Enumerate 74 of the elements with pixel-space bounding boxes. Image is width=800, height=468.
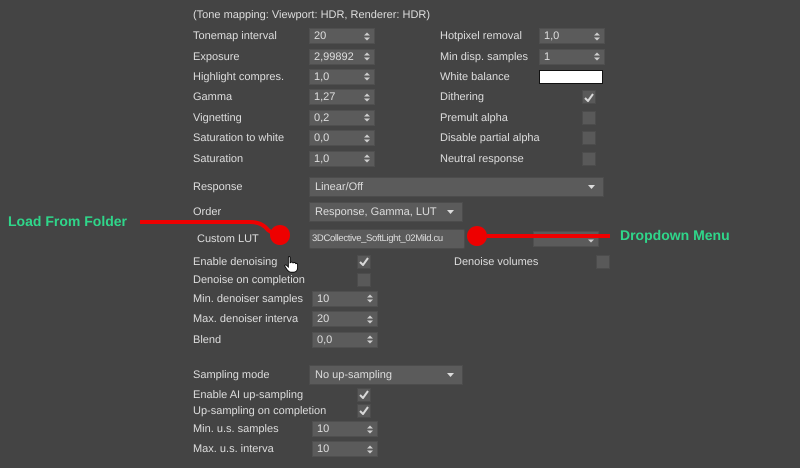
caret-icon[interactable] [588, 185, 595, 190]
checkbox[interactable] [357, 404, 371, 418]
field-label: Response [193, 181, 244, 194]
field-label: Enable AI up-sampling [193, 388, 304, 401]
spin-field[interactable]: 10 [312, 290, 378, 307]
spin-field[interactable]: 10 [312, 421, 378, 438]
spin-field[interactable]: 10 [312, 441, 378, 458]
field-label: Max. u.s. interva [193, 443, 275, 456]
field-label: Neutral response [440, 152, 525, 165]
field-label: Saturation to white [193, 132, 286, 144]
color-swatch[interactable] [539, 70, 603, 84]
spinner-arrows-icon[interactable] [367, 335, 373, 344]
checkmark-icon [584, 92, 594, 102]
dropdown[interactable]: Response, Gamma, LUT [309, 202, 463, 222]
field-label: Vignetting [193, 112, 243, 124]
spinner-arrows-icon[interactable] [364, 92, 370, 102]
field-label: White balance [440, 70, 511, 83]
field-label: Min. u.s. samples [193, 423, 280, 436]
spinner-arrows-icon[interactable] [367, 294, 373, 304]
spinner-arrows-icon[interactable] [364, 134, 370, 143]
spinner-arrows-icon[interactable] [364, 154, 370, 164]
dropdown[interactable]: Linear/Off [309, 177, 604, 198]
field-label: Exposure [193, 50, 240, 63]
section-note: (Tone mapping: Viewport: HDR, Renderer: HDR) [193, 8, 431, 23]
spinner-arrows-icon[interactable] [364, 72, 370, 82]
field-label: Saturation [193, 152, 244, 165]
field-label: Min. denoiser samples [193, 292, 304, 305]
spinner-arrows-icon[interactable] [364, 32, 370, 41]
spinner-arrows-icon[interactable] [367, 424, 373, 434]
checkbox[interactable] [357, 388, 371, 402]
file-field[interactable]: 3DCollective_SoftLight_02Mild.cu [309, 228, 465, 249]
field-label: Max. denoiser interva [193, 313, 300, 326]
annotation-label: Dropdown Menu [620, 227, 730, 243]
field-label: Order [193, 206, 222, 218]
spinner-arrows-icon[interactable] [594, 32, 600, 41]
caret-icon[interactable] [447, 372, 454, 377]
field-label: Dithering [440, 91, 486, 104]
field-label: Enable denoising [193, 256, 278, 268]
field-label: Gamma [193, 91, 234, 104]
spin-field[interactable]: 0,0 [309, 130, 375, 146]
field-label: Min disp. samples [440, 50, 530, 63]
hand-cursor-icon [284, 256, 298, 273]
checkbox[interactable] [582, 90, 596, 104]
spinner-arrows-icon[interactable] [594, 52, 600, 62]
spinner-arrows-icon[interactable] [367, 444, 373, 454]
spin-field[interactable]: 20 [309, 28, 375, 44]
spin-field[interactable]: 20 [312, 311, 378, 328]
caret-icon[interactable] [447, 210, 454, 214]
field-label: Up-sampling on completion [193, 404, 326, 417]
spinner-arrows-icon[interactable] [364, 113, 370, 122]
spin-field[interactable]: 1,27 [309, 89, 375, 106]
spinner-arrows-icon[interactable] [364, 52, 370, 62]
field-label: Hotpixel removal [440, 30, 523, 42]
field-label: Custom LUT [196, 232, 260, 245]
field-label: Denoise on completion [193, 274, 305, 286]
spin-field[interactable]: 1,0 [309, 150, 375, 167]
field-label: Denoise volumes [454, 256, 540, 268]
field-label: Highlight compres. [193, 70, 286, 83]
field-label: Tonemap interval [193, 30, 278, 42]
field-label: Premult alpha [440, 112, 509, 124]
annotation-label: Load From Folder [8, 213, 127, 229]
spin-field[interactable]: 0,2 [309, 110, 375, 126]
spin-field[interactable]: 1,0 [309, 68, 375, 85]
checkmark-icon [359, 257, 369, 266]
field-label: Blend [193, 334, 222, 346]
field-label: Sampling mode [193, 368, 270, 381]
spin-field[interactable]: 2,99892 [309, 48, 375, 65]
spinner-arrows-icon[interactable] [367, 314, 373, 324]
spin-field[interactable]: 1 [539, 48, 605, 65]
field-label: Disable partial alpha [440, 132, 539, 144]
checkbox[interactable] [357, 254, 371, 269]
spin-field[interactable]: 0,0 [312, 332, 378, 348]
spin-field[interactable]: 1,0 [539, 28, 605, 44]
dropdown[interactable]: No up-sampling [309, 364, 463, 385]
